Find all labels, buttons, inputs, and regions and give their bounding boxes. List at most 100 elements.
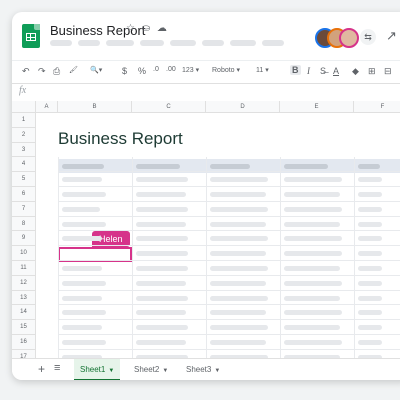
decrease-decimal-button[interactable]: .0: [153, 66, 159, 73]
cell-placeholder[interactable]: [210, 266, 268, 271]
menu-item-placeholder[interactable]: [230, 40, 256, 46]
cell-placeholder[interactable]: [284, 192, 340, 197]
cell-placeholder[interactable]: [62, 280, 106, 286]
cell-placeholder[interactable]: [62, 310, 106, 316]
cell-placeholder[interactable]: [136, 236, 188, 242]
column-header-e[interactable]: E: [280, 101, 354, 113]
header-cell-placeholder[interactable]: [136, 164, 180, 169]
cell-placeholder[interactable]: [210, 221, 266, 227]
cell-placeholder[interactable]: [358, 325, 382, 331]
cell-placeholder[interactable]: [284, 221, 340, 227]
cell-placeholder[interactable]: [136, 177, 188, 183]
row-header[interactable]: 6: [12, 187, 36, 202]
cell-placeholder[interactable]: [210, 251, 266, 257]
all-sheets-button[interactable]: ≡: [54, 362, 60, 374]
cell-placeholder[interactable]: [284, 310, 342, 316]
cell-placeholder[interactable]: [284, 206, 342, 212]
cell-placeholder[interactable]: [136, 192, 186, 197]
column-header-a[interactable]: A: [36, 101, 58, 113]
cell-placeholder[interactable]: [358, 177, 382, 183]
row-header[interactable]: 1: [12, 113, 36, 128]
row-header[interactable]: 11: [12, 261, 36, 276]
cell-placeholder[interactable]: [284, 266, 340, 271]
menu-item-placeholder[interactable]: [170, 40, 196, 46]
row-header[interactable]: 5: [12, 172, 36, 187]
row-header[interactable]: 2: [12, 127, 36, 143]
sheet-title[interactable]: Business Report: [58, 129, 183, 149]
cell-placeholder[interactable]: [136, 340, 186, 345]
row-header[interactable]: 12: [12, 275, 36, 291]
menu-item-placeholder[interactable]: [106, 40, 134, 46]
redo-icon[interactable]: ↷: [38, 66, 46, 77]
caret-down-icon[interactable]: ▼: [214, 368, 220, 374]
cell-placeholder[interactable]: [284, 295, 340, 301]
print-icon[interactable]: ⎙: [53, 66, 60, 77]
cell-placeholder[interactable]: [62, 221, 106, 227]
tab-sheet1[interactable]: Sheet1 ▼: [74, 359, 121, 380]
row-header[interactable]: 3: [12, 142, 36, 158]
font-family-select[interactable]: Roboto ▾: [212, 66, 240, 74]
cell-placeholder[interactable]: [358, 266, 382, 271]
borders-icon[interactable]: ⊞: [368, 66, 376, 77]
cell-placeholder[interactable]: [358, 295, 382, 301]
caret-down-icon[interactable]: ▼: [162, 368, 168, 374]
row-header[interactable]: 16: [12, 335, 36, 350]
cell-placeholder[interactable]: [62, 325, 102, 331]
sheets-logo-icon[interactable]: [22, 24, 40, 48]
header-cell-placeholder[interactable]: [284, 164, 328, 169]
title-actions-icons[interactable]: ☆ ⛀ ☁: [126, 23, 169, 34]
strikethrough-button[interactable]: S̶: [320, 66, 326, 76]
cell-placeholder[interactable]: [62, 340, 106, 345]
cell-placeholder[interactable]: [284, 177, 342, 183]
add-sheet-button[interactable]: +: [38, 362, 45, 376]
merge-cells-icon[interactable]: ⊟: [384, 66, 392, 77]
header-cell-placeholder[interactable]: [62, 164, 104, 169]
formula-bar[interactable]: fx: [12, 83, 400, 102]
menu-item-placeholder[interactable]: [50, 40, 72, 46]
cell-placeholder[interactable]: [358, 340, 382, 345]
cell-placeholder[interactable]: [136, 221, 186, 227]
cell-placeholder[interactable]: [62, 192, 106, 197]
cell-placeholder[interactable]: [284, 280, 342, 286]
cell-placeholder[interactable]: [136, 310, 186, 316]
cell-placeholder[interactable]: [210, 295, 268, 301]
cell-placeholder[interactable]: [358, 206, 382, 212]
text-color-button[interactable]: A: [333, 66, 339, 76]
header-cell-placeholder[interactable]: [358, 164, 380, 169]
percent-format-button[interactable]: %: [138, 66, 146, 76]
cell-placeholder[interactable]: [136, 325, 188, 331]
column-header-b[interactable]: B: [58, 101, 132, 113]
cell-placeholder[interactable]: [284, 340, 342, 345]
cell-placeholder[interactable]: [62, 266, 102, 271]
menu-item-placeholder[interactable]: [78, 40, 100, 46]
column-header-d[interactable]: D: [206, 101, 280, 113]
cell-placeholder[interactable]: [358, 310, 382, 316]
menu-item-placeholder[interactable]: [202, 40, 224, 46]
cell-placeholder[interactable]: [136, 280, 186, 286]
cell-placeholder[interactable]: [358, 221, 382, 227]
row-header[interactable]: 8: [12, 216, 36, 232]
cell-placeholder[interactable]: [62, 236, 102, 242]
cell-placeholder[interactable]: [210, 192, 266, 197]
cell-placeholder[interactable]: [210, 206, 268, 212]
cell-placeholder[interactable]: [358, 280, 382, 286]
row-header[interactable]: 4: [12, 157, 36, 173]
undo-icon[interactable]: ↶: [22, 66, 30, 77]
paint-format-icon[interactable]: 🖌: [69, 66, 78, 74]
column-header-c[interactable]: C: [132, 101, 206, 113]
activity-trend-icon[interactable]: ↗: [386, 28, 397, 44]
italic-button[interactable]: I: [307, 66, 310, 76]
tab-sheet2[interactable]: Sheet2 ▼: [128, 359, 174, 380]
currency-format-button[interactable]: $: [122, 66, 127, 76]
cell-placeholder[interactable]: [210, 236, 268, 242]
cell-placeholder[interactable]: [210, 280, 266, 286]
column-header-f[interactable]: F: [354, 101, 400, 113]
row-header[interactable]: 14: [12, 305, 36, 321]
caret-down-icon[interactable]: ▼: [108, 368, 114, 374]
cell-placeholder[interactable]: [210, 340, 266, 345]
cell-placeholder[interactable]: [136, 206, 188, 212]
cell-placeholder[interactable]: [62, 177, 102, 183]
row-header[interactable]: 7: [12, 201, 36, 217]
tab-sheet3[interactable]: Sheet3 ▼: [180, 359, 226, 380]
cell-placeholder[interactable]: [358, 192, 382, 197]
